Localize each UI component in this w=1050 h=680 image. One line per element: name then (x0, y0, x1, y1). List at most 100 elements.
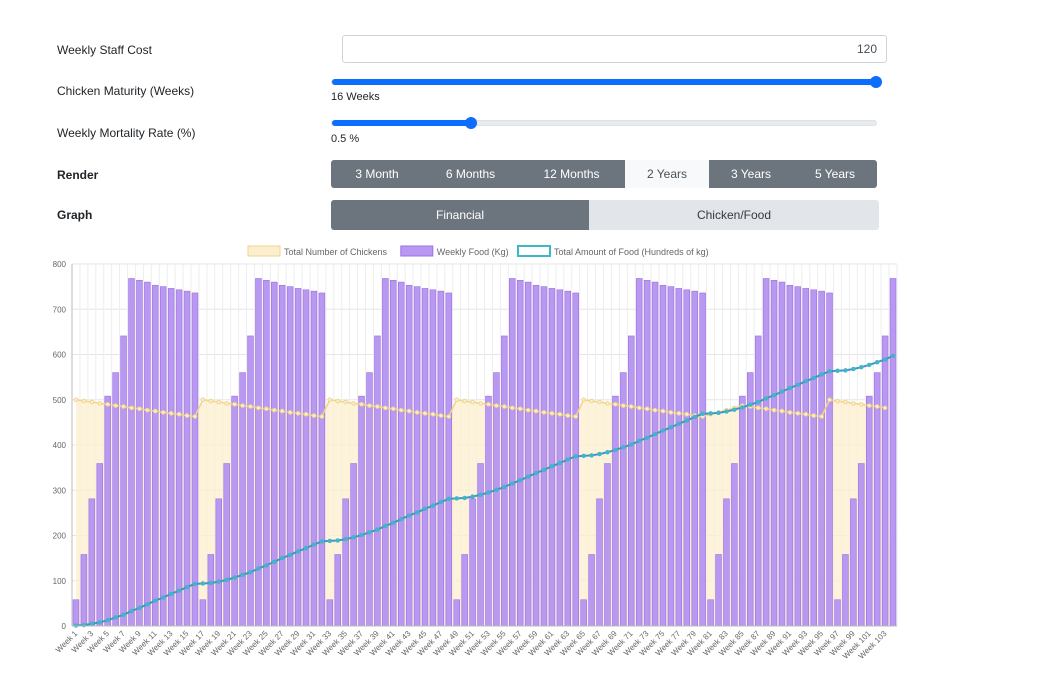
total-food-point (232, 575, 237, 580)
food-bar (707, 599, 714, 627)
total-food-point (168, 591, 174, 597)
total-food-point (113, 615, 118, 620)
chickens-point (517, 406, 523, 412)
y-tick-label: 800 (53, 260, 67, 269)
food-bar (516, 279, 524, 627)
food-bar (144, 281, 151, 627)
mortality-slider-thumb[interactable] (464, 117, 477, 129)
render-option-2-years[interactable]: 2 Years (625, 160, 709, 188)
total-food-point (803, 378, 809, 384)
chickens-point (763, 406, 769, 412)
chickens-point (628, 404, 634, 409)
graph-option-financial[interactable]: Financial (331, 200, 589, 230)
chickens-point (676, 411, 682, 416)
food-bar (731, 463, 738, 627)
chickens-point (137, 406, 142, 412)
render-option-6-months[interactable]: 6 Months (423, 160, 518, 188)
chickens-point (882, 405, 888, 411)
chickens-point (335, 398, 341, 404)
total-food-point (351, 535, 356, 540)
food-bar (429, 289, 437, 627)
food-bar (659, 284, 667, 627)
chickens-point (73, 397, 79, 403)
chickens-point (414, 410, 420, 415)
chickens-point (771, 407, 777, 413)
food-bar (580, 599, 587, 627)
render-option-5-years[interactable]: 5 Years (793, 160, 877, 188)
food-bar (572, 292, 579, 627)
food-bar (469, 498, 476, 627)
chickens-point (803, 411, 809, 417)
total-food-point (192, 581, 198, 587)
total-food-point (629, 442, 634, 447)
chickens-point (874, 404, 880, 409)
food-bar (302, 289, 310, 627)
food-bar (112, 372, 119, 627)
total-food-point (835, 368, 840, 374)
chickens-point (319, 414, 325, 419)
total-food-point (668, 425, 674, 430)
food-bar (548, 288, 556, 627)
total-food-point (414, 510, 420, 515)
mortality-slider[interactable] (331, 117, 877, 129)
chickens-point (406, 408, 412, 414)
y-tick-label: 600 (53, 351, 67, 360)
maturity-slider-thumb[interactable] (870, 76, 882, 88)
total-food-point (597, 451, 602, 457)
total-food-point (621, 445, 626, 450)
graph-option-chicken-food[interactable]: Chicken/Food (589, 200, 879, 230)
chickens-point (192, 414, 198, 419)
food-bar (556, 289, 564, 627)
total-food-point (866, 362, 872, 368)
food-bar (80, 554, 88, 627)
total-food-point (811, 375, 816, 381)
total-food-point (859, 364, 864, 370)
total-food-point (279, 555, 285, 561)
chickens-point (216, 399, 222, 405)
total-food-point (160, 595, 166, 600)
chickens-point (835, 398, 840, 404)
food-bar (762, 278, 770, 627)
food-bar (278, 284, 286, 627)
chickens-point (438, 413, 444, 418)
chickens-point (398, 407, 404, 413)
maturity-slider[interactable] (331, 76, 882, 88)
total-food-point (636, 438, 642, 444)
food-bar (437, 290, 445, 627)
food-bar (604, 463, 611, 627)
chickens-point (81, 398, 87, 404)
chickens-point (287, 410, 293, 415)
food-bar (540, 286, 548, 627)
render-option-12-months[interactable]: 12 Months (518, 160, 625, 188)
chickens-point (152, 408, 158, 414)
food-bar (620, 372, 627, 627)
chickens-point (589, 398, 594, 404)
chickens-point (509, 405, 515, 411)
food-bar (247, 335, 254, 627)
render-option-3-month[interactable]: 3 Month (331, 160, 423, 188)
food-bar (501, 335, 508, 627)
legend-label-1: Total Number of Chickens (284, 247, 388, 257)
food-bar (159, 286, 167, 627)
food-bar (231, 395, 238, 627)
food-bar (715, 554, 722, 627)
chickens-point (295, 411, 301, 416)
food-bar (136, 279, 143, 627)
chickens-point (843, 399, 848, 405)
total-food-point (724, 409, 729, 414)
chickens-point (597, 399, 602, 405)
food-bar (294, 288, 302, 627)
staff-cost-input[interactable]: 120 (342, 35, 887, 63)
food-bar (850, 498, 857, 627)
total-food-point (755, 399, 761, 405)
chickens-point (557, 411, 563, 417)
chickens-point (851, 401, 856, 406)
total-food-point (494, 487, 499, 493)
total-food-point (573, 454, 578, 459)
chickens-point (478, 401, 483, 406)
render-option-3-years[interactable]: 3 Years (709, 160, 793, 188)
total-food-point (565, 457, 571, 462)
chickens-point (359, 401, 364, 407)
chickens-point (343, 399, 348, 405)
chickens-point (208, 398, 214, 404)
